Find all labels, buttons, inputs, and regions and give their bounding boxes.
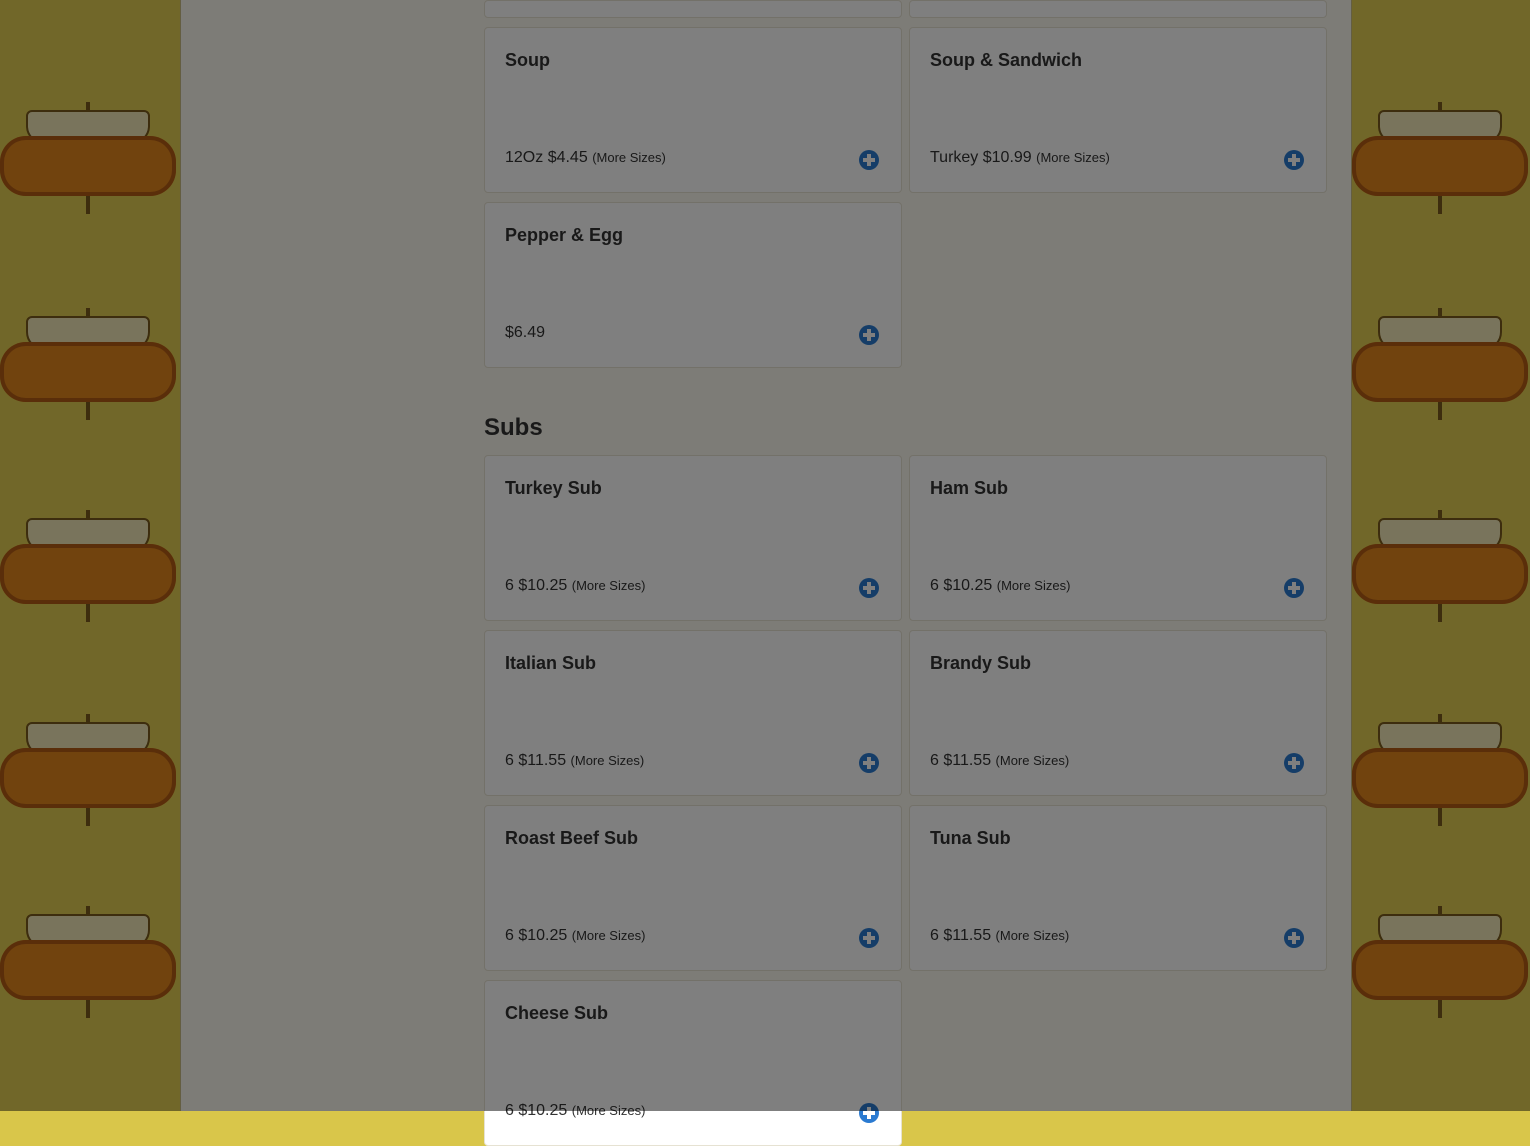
modal-backdrop-overlay[interactable] (0, 0, 1530, 1111)
